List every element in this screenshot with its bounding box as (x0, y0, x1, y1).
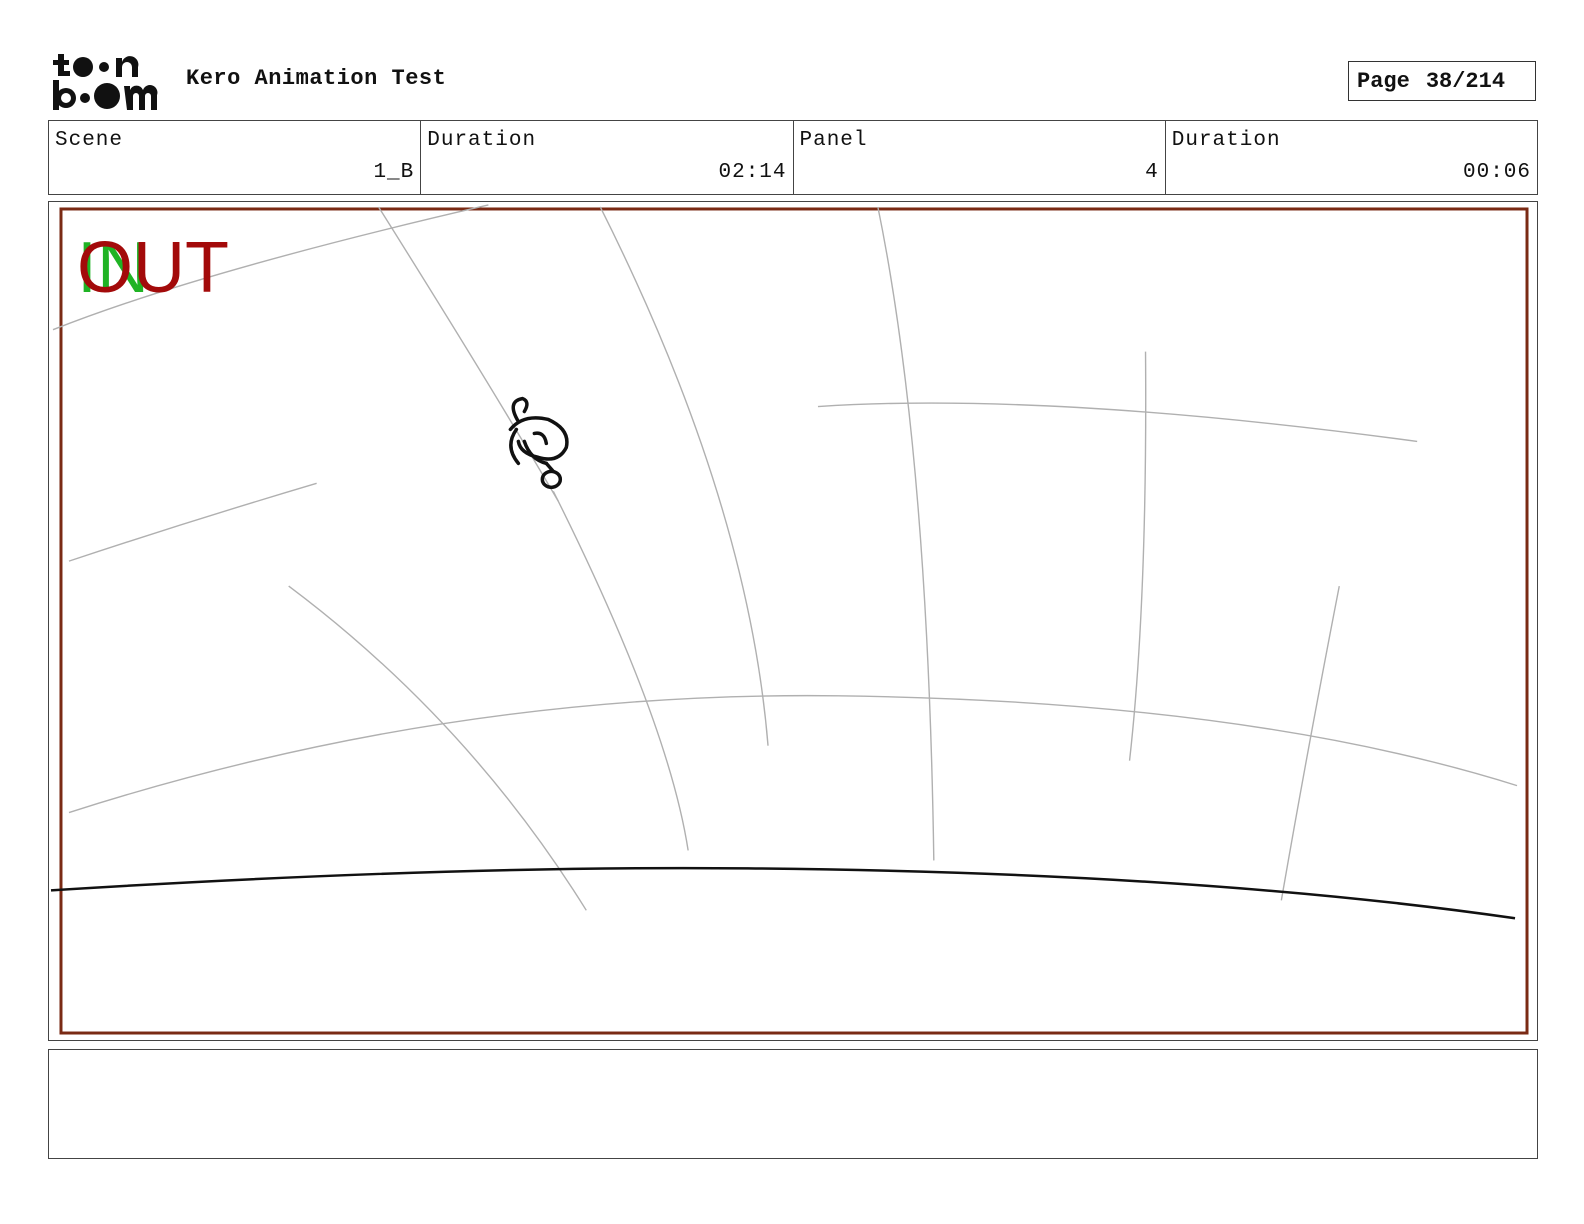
panel-info-row: Scene 1_B Duration 02:14 Panel 4 Duratio… (48, 120, 1538, 195)
panel-value: 4 (1145, 161, 1159, 184)
scene-duration-label: Duration (427, 129, 537, 152)
toonboom-logo (53, 54, 158, 110)
panel-duration-cell: Duration 00:06 (1166, 121, 1537, 194)
storyboard-panel: IN OUT (48, 201, 1538, 1041)
scene-cell: Scene 1_B (49, 121, 422, 194)
panel-drawing (50, 204, 1529, 1035)
panel-duration-value: 00:06 (1462, 161, 1531, 184)
page-indicator: Page 38/214 (1348, 61, 1536, 101)
scene-duration-value: 02:14 (718, 161, 787, 184)
camera-frame (59, 207, 1529, 1035)
scene-duration-cell: Duration 02:14 (421, 121, 794, 194)
project-title: Kero Animation Test (186, 66, 447, 91)
perspective-guides (52, 204, 1518, 911)
page-number: 38/214 (1425, 68, 1506, 94)
panel-label: Panel (799, 129, 868, 152)
character-sketch (508, 396, 569, 490)
out-marker: OUT (77, 228, 229, 308)
panel-cell: Panel 4 (794, 121, 1166, 194)
scene-value: 1_B (373, 161, 415, 184)
page-label: Page (1357, 68, 1410, 94)
panel-duration-label: Duration (1171, 129, 1281, 152)
ground-line (50, 866, 1516, 920)
scene-label: Scene (55, 129, 124, 152)
panel-notes (48, 1049, 1538, 1159)
